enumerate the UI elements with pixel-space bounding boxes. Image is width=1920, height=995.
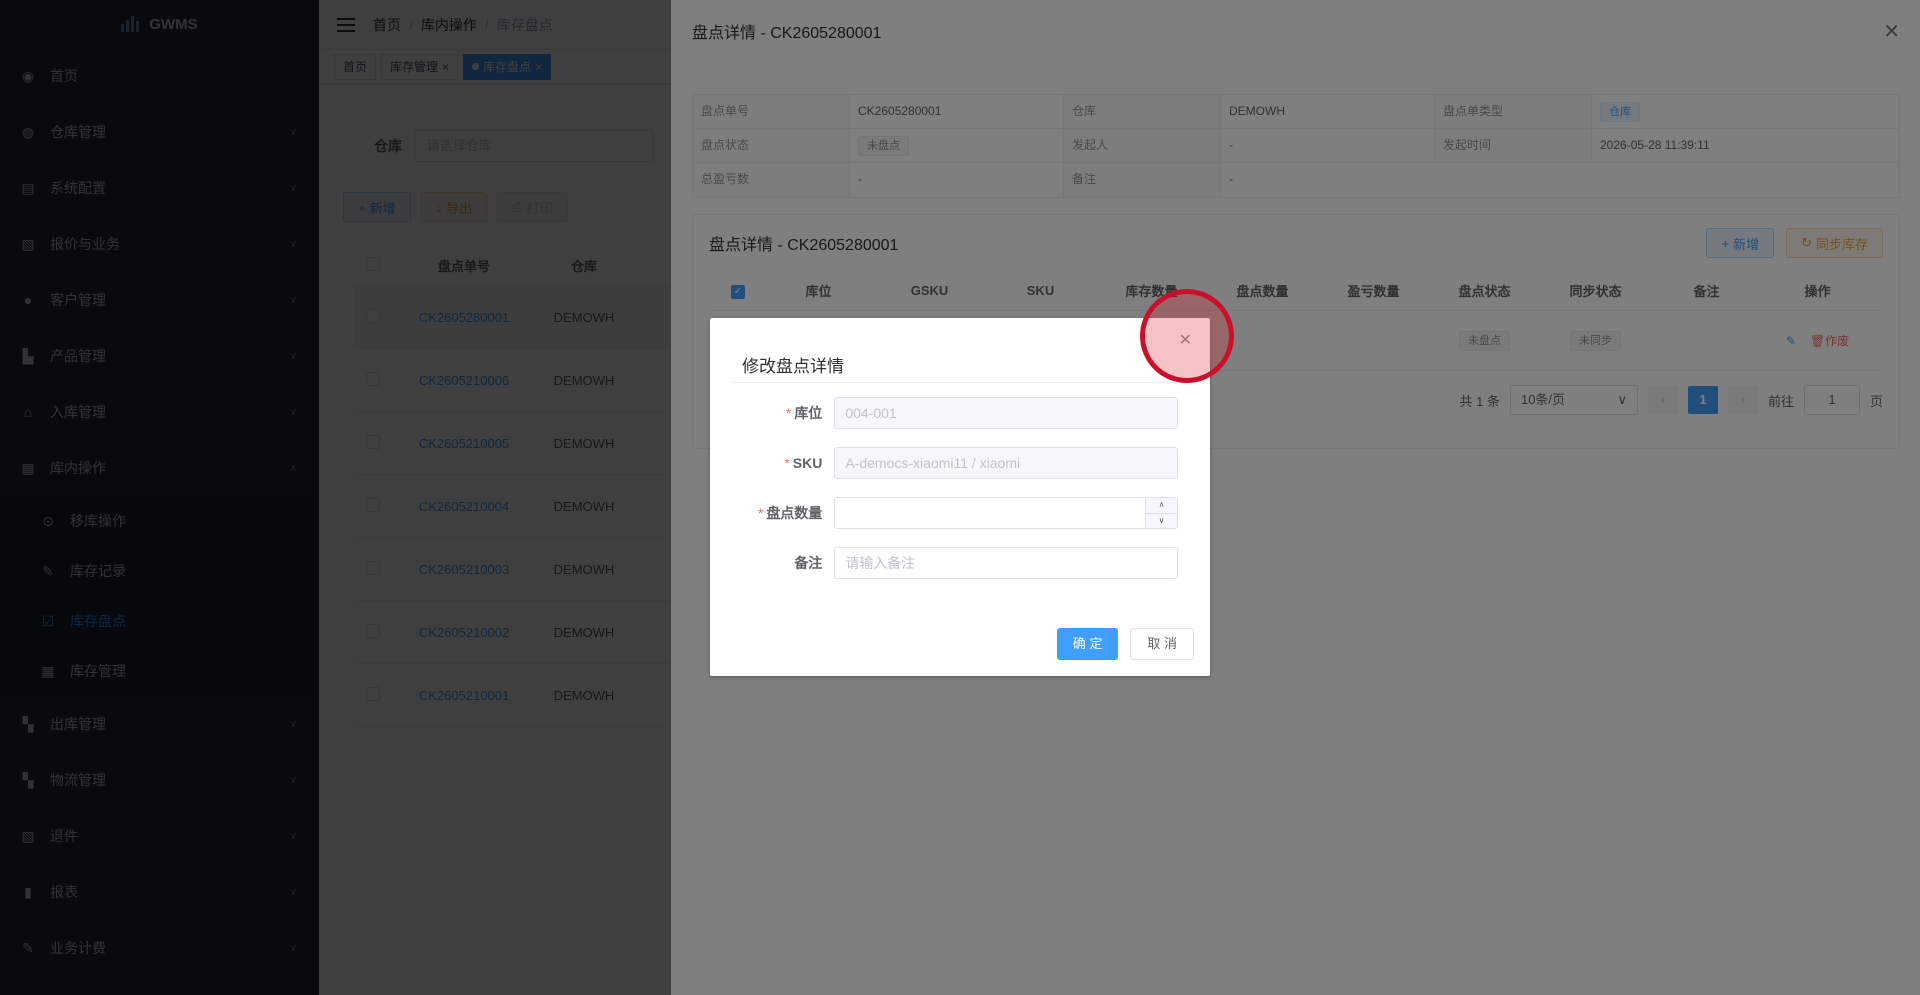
edit-detail-dialog: 修改盘点详情 ✕ * 库位 004-001 * SKU A-democs-xiaom…	[710, 318, 1210, 676]
decrease-icon[interactable]: ∨	[1146, 514, 1177, 529]
remark-input[interactable]: 请输入备注	[834, 547, 1178, 579]
count-qty-input[interactable]: ∧ ∨	[834, 497, 1178, 529]
cancel-button[interactable]: 取 消	[1130, 628, 1194, 660]
sku-label: * SKU	[784, 455, 823, 471]
location-input: 004-001	[834, 397, 1178, 429]
confirm-button[interactable]: 确 定	[1056, 628, 1119, 660]
click-highlight-marker	[1140, 289, 1234, 383]
sku-input: A-democs-xiaomi11 / xiaomi	[834, 447, 1178, 479]
increase-icon[interactable]: ∧	[1146, 498, 1177, 514]
edit-form: * 库位 004-001 * SKU A-democs-xiaomi11 / xia…	[710, 383, 1210, 579]
count-qty-label: * 盘点数量	[757, 505, 823, 521]
remark-label: 备注	[794, 555, 823, 571]
location-label: * 库位	[785, 405, 823, 421]
dialog-title: 修改盘点详情	[742, 357, 844, 376]
